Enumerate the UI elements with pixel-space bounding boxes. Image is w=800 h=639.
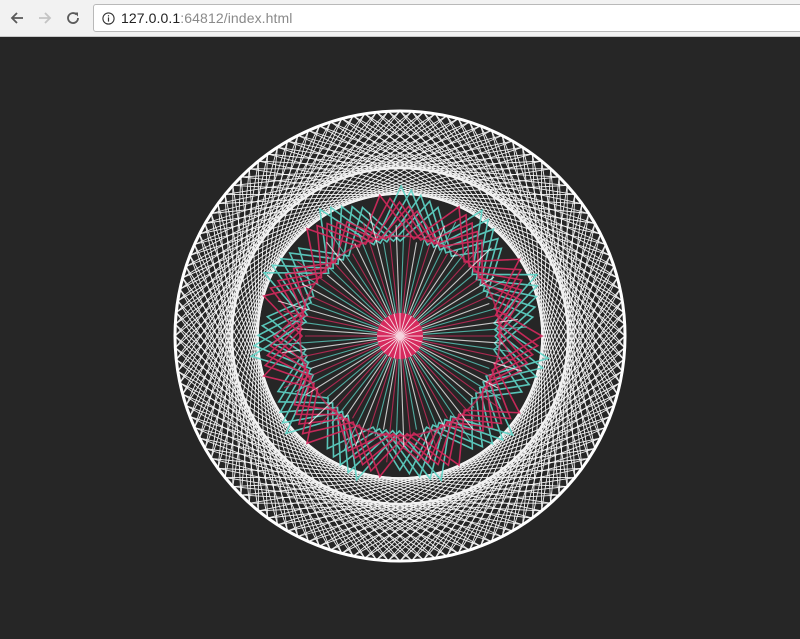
browser-toolbar: 127.0.0.1:64812/index.html	[0, 0, 800, 37]
url-host: 127.0.0.1	[121, 10, 181, 26]
forward-button[interactable]	[35, 8, 55, 28]
back-button[interactable]	[7, 8, 27, 28]
url-text: 127.0.0.1:64812/index.html	[121, 10, 293, 26]
arrow-left-icon	[9, 10, 25, 26]
generative-art-canvas	[173, 109, 627, 563]
url-path: :64812/index.html	[180, 10, 293, 26]
page-viewport	[0, 37, 800, 639]
address-bar[interactable]: 127.0.0.1:64812/index.html	[93, 4, 800, 32]
arrow-right-icon	[37, 10, 53, 26]
hub-spokes	[377, 313, 423, 359]
reload-icon	[65, 10, 81, 26]
info-circle-icon[interactable]	[102, 11, 115, 25]
reload-button[interactable]	[63, 8, 83, 28]
